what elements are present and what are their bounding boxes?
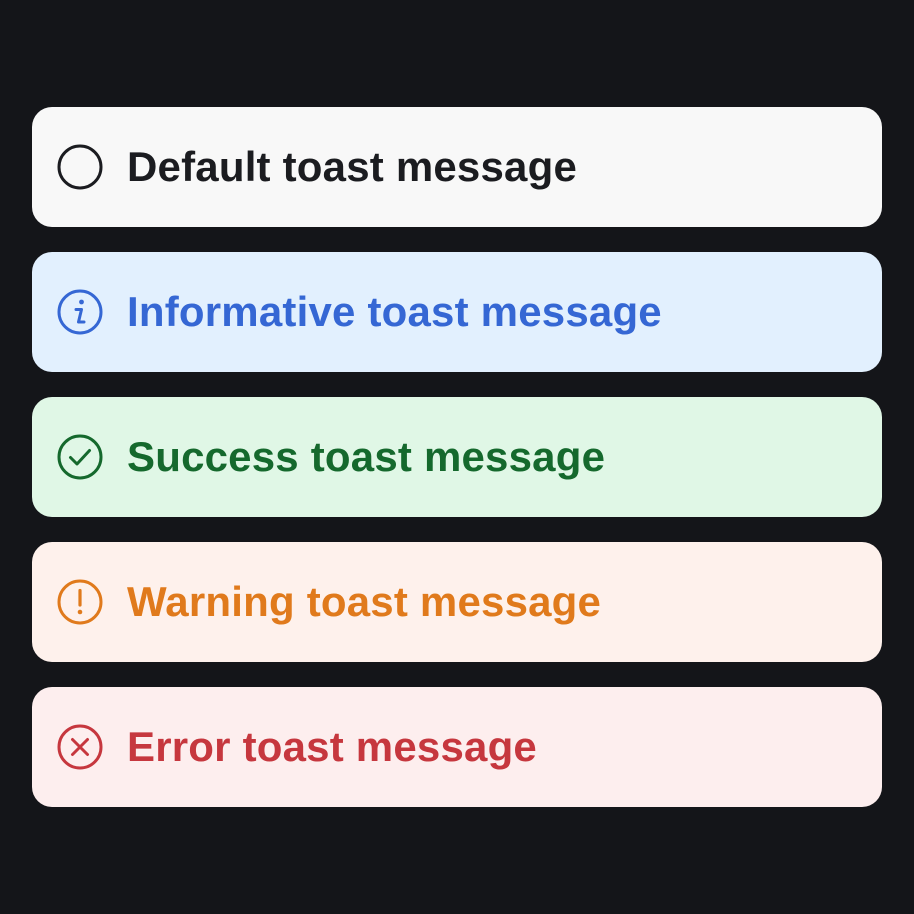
toast-default[interactable]: Default toast message — [32, 107, 882, 227]
info-icon — [56, 288, 104, 336]
toast-message: Informative toast message — [127, 288, 662, 335]
toast-message: Warning toast message — [127, 578, 602, 625]
toast-list: Default toast message Informative toast … — [32, 107, 882, 807]
circle-icon — [56, 143, 104, 191]
toast-error[interactable]: Error toast message — [32, 687, 882, 807]
toast-message: Error toast message — [127, 723, 537, 770]
x-circle-icon — [56, 723, 104, 771]
check-circle-icon — [56, 433, 104, 481]
toast-message: Success toast message — [127, 433, 606, 480]
toast-message: Default toast message — [127, 143, 578, 190]
toast-info[interactable]: Informative toast message — [32, 252, 882, 372]
toast-warning[interactable]: Warning toast message — [32, 542, 882, 662]
exclamation-circle-icon — [56, 578, 104, 626]
toast-success[interactable]: Success toast message — [32, 397, 882, 517]
